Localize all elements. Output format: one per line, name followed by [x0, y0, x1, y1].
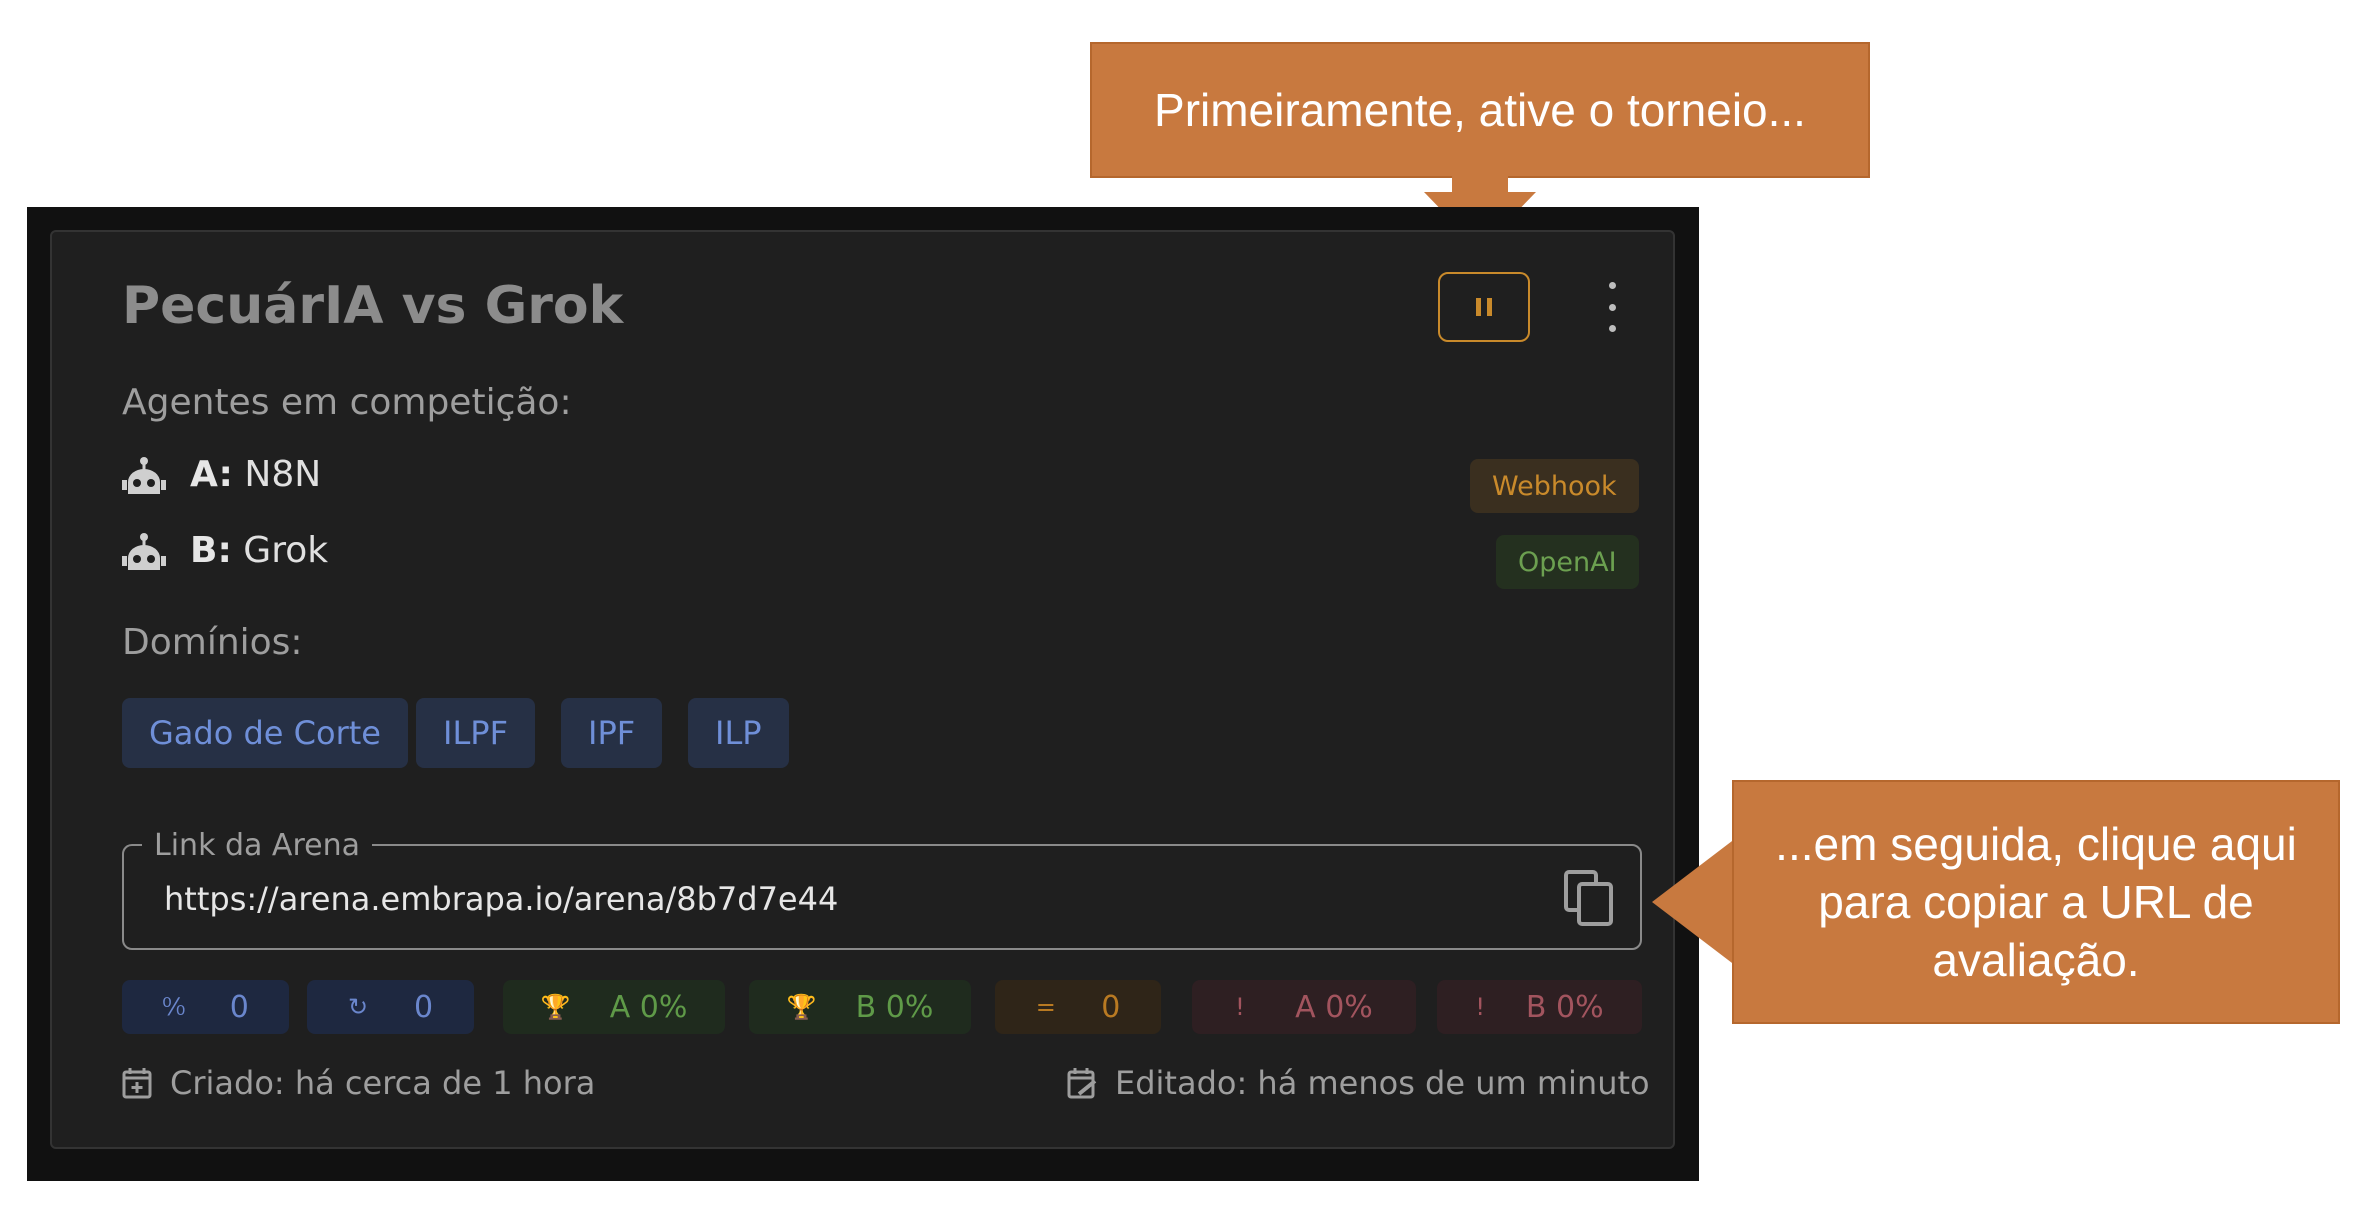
- robot-icon: [122, 533, 166, 570]
- arena-link-label: Link da Arena: [142, 828, 372, 863]
- robot-icon: [122, 457, 166, 494]
- agent-a: A: N8N: [190, 454, 321, 495]
- stat-percent-value: 0: [229, 989, 249, 1025]
- stat-reports-b: ! B 0%: [1437, 980, 1642, 1034]
- agent-b-prefix: B:: [190, 530, 232, 571]
- agent-a-name: N8N: [244, 454, 322, 495]
- stat-wins-a-value: A 0%: [609, 989, 688, 1025]
- stat-draws-value: 0: [1101, 989, 1121, 1025]
- refresh-icon: ↻: [347, 993, 369, 1021]
- stat-wins-b-value: B 0%: [855, 989, 934, 1025]
- stat-draws: = 0: [995, 980, 1161, 1034]
- agent-a-prefix: A:: [190, 454, 233, 495]
- stat-rounds-value: 0: [413, 989, 434, 1025]
- domain-chip-ilp[interactable]: ILP: [688, 698, 789, 768]
- equals-icon: =: [1035, 993, 1056, 1021]
- callout-copy-url: ...em seguida, clique aqui para copiar a…: [1732, 780, 2340, 1024]
- created-text: Criado: há cerca de 1 hora: [170, 1064, 596, 1102]
- arena-link-value[interactable]: https://arena.embrapa.io/arena/8b7d7e44: [164, 880, 838, 918]
- more-options-icon[interactable]: [1602, 282, 1622, 332]
- domain-chip-ipf[interactable]: IPF: [561, 698, 663, 768]
- domains-label: Domínios:: [122, 622, 303, 663]
- stat-wins-a: 🏆 A 0%: [503, 980, 725, 1034]
- stat-reports-a: ! A 0%: [1192, 980, 1416, 1034]
- stat-reports-a-value: A 0%: [1295, 989, 1373, 1025]
- domain-chip-ilpf[interactable]: ILPF: [416, 698, 535, 768]
- pause-icon: [1476, 298, 1481, 316]
- edited-text: Editado: há menos de um minuto: [1115, 1064, 1650, 1102]
- callout-arrow-left: [1652, 838, 1736, 966]
- agents-label: Agentes em competição:: [122, 382, 572, 423]
- pause-button[interactable]: [1438, 272, 1530, 342]
- calendar-edit-icon: [1067, 1068, 1097, 1099]
- callout-activate-text: Primeiramente, ative o torneio...: [1154, 84, 1806, 136]
- app-screen: PecuárIA vs Grok Agentes em competição: …: [27, 207, 1699, 1181]
- trophy-icon: 🏆: [786, 993, 817, 1021]
- agent-b-name: Grok: [243, 530, 329, 571]
- source-chip-webhook: Webhook: [1470, 459, 1639, 513]
- trophy-icon: 🏆: [540, 993, 571, 1021]
- stat-reports-b-value: B 0%: [1525, 989, 1604, 1025]
- callout-activate-tournament: Primeiramente, ative o torneio...: [1090, 42, 1870, 178]
- tournament-card: PecuárIA vs Grok Agentes em competição: …: [50, 230, 1675, 1149]
- source-chip-openai: OpenAI: [1496, 535, 1639, 589]
- stat-rounds: ↻ 0: [307, 980, 474, 1034]
- percent-icon: ⁰⁄₀: [162, 993, 186, 1021]
- created-meta: Criado: há cerca de 1 hora: [122, 1064, 595, 1102]
- report-icon: !: [1235, 993, 1245, 1021]
- calendar-add-icon: [122, 1068, 152, 1099]
- copy-icon[interactable]: [1564, 870, 1614, 926]
- domain-chip-gado-de-corte[interactable]: Gado de Corte: [122, 698, 408, 768]
- report-icon: !: [1475, 993, 1486, 1021]
- stat-wins-b: 🏆 B 0%: [749, 980, 971, 1034]
- card-title: PecuárIA vs Grok: [122, 276, 624, 336]
- edited-meta: Editado: há menos de um minuto: [1067, 1064, 1650, 1102]
- stat-percent: ⁰⁄₀ 0: [122, 980, 289, 1034]
- agent-b: B: Grok: [190, 530, 328, 571]
- callout-copy-text: ...em seguida, clique aqui para copiar a…: [1775, 818, 2297, 986]
